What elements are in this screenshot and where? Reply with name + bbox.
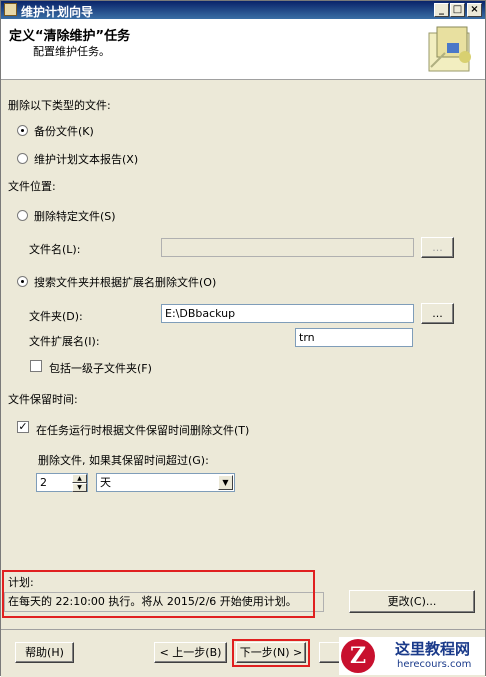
back-button[interactable]: < 上一步(B) — [154, 642, 227, 663]
content-panel: 删除以下类型的文件: 备份文件(K) 维护计划文本报告(X) 文件位置: 删除特… — [1, 80, 485, 629]
help-button[interactable]: 帮助(H) — [15, 642, 74, 663]
search-folder-radio[interactable] — [17, 276, 28, 287]
retention-check-label[interactable]: 在任务运行时根据文件保留时间删除文件(T) — [36, 422, 249, 438]
delete-type-label: 删除以下类型的文件: — [8, 99, 111, 112]
report-files-radio[interactable] — [17, 153, 28, 164]
subfolder-label[interactable]: 包括一级子文件夹(F) — [49, 360, 152, 376]
retention-label: 文件保留时间: — [8, 393, 78, 406]
title-bar: 维护计划向导 _ □ × — [1, 1, 485, 19]
close-button[interactable]: × — [467, 3, 482, 17]
specific-file-radio[interactable] — [17, 210, 28, 221]
watermark-url: herecours.com — [397, 659, 472, 670]
page-subtitle: 配置维护任务。 — [33, 45, 110, 58]
wizard-graphic-icon — [428, 26, 471, 72]
highlight-box-schedule — [2, 570, 315, 618]
spinner-buttons[interactable]: ▲ ▼ — [72, 474, 87, 493]
filename-label: 文件名(L): — [29, 243, 81, 256]
window-title: 维护计划向导 — [21, 5, 94, 19]
maximize-button[interactable]: □ — [450, 3, 465, 17]
minimize-button[interactable]: _ — [434, 3, 449, 17]
older-than-label: 删除文件, 如果其保留时间超过(G): — [38, 454, 209, 467]
subfolder-checkbox[interactable] — [30, 360, 42, 372]
watermark: Z 这里教程网 herecours.com — [339, 637, 485, 675]
extension-input[interactable]: trn — [295, 328, 413, 347]
spin-down-icon[interactable]: ▼ — [72, 483, 87, 492]
filename-input[interactable] — [161, 238, 414, 257]
wizard-window: 维护计划向导 _ □ × 定义“清除维护”任务 配置维护任务。 删除以下类型的文… — [0, 0, 486, 677]
backup-files-label[interactable]: 备份文件(K) — [34, 123, 94, 139]
wizard-header: 定义“清除维护”任务 配置维护任务。 — [1, 19, 485, 80]
highlight-box-next — [232, 639, 310, 667]
watermark-logo-icon: Z — [341, 639, 375, 673]
watermark-title: 这里教程网 — [395, 640, 471, 658]
folder-label: 文件夹(D): — [29, 310, 83, 323]
folder-input[interactable]: E:\DBbackup — [161, 304, 414, 323]
page-title: 定义“清除维护”任务 — [9, 29, 131, 44]
report-files-label[interactable]: 维护计划文本报告(X) — [34, 151, 138, 167]
spin-up-icon[interactable]: ▲ — [72, 474, 87, 483]
chevron-down-icon[interactable]: ▼ — [218, 475, 233, 490]
search-folder-label[interactable]: 搜索文件夹并根据扩展名删除文件(O) — [34, 274, 216, 290]
backup-files-radio[interactable] — [17, 125, 28, 136]
retention-checkbox[interactable]: ✓ — [17, 421, 29, 433]
browse-filename-button[interactable]: ... — [421, 237, 454, 258]
amount-spinner[interactable]: 2 ▲ ▼ — [36, 473, 88, 492]
unit-select[interactable]: 天 ▼ — [96, 473, 235, 492]
browse-folder-button[interactable]: ... — [421, 303, 454, 324]
app-icon — [4, 3, 17, 16]
file-location-label: 文件位置: — [8, 180, 56, 193]
unit-select-value: 天 — [100, 476, 111, 489]
specific-file-label[interactable]: 删除特定文件(S) — [34, 208, 116, 224]
change-schedule-button[interactable]: 更改(C)... — [349, 590, 475, 613]
extension-label: 文件扩展名(I): — [29, 335, 100, 348]
